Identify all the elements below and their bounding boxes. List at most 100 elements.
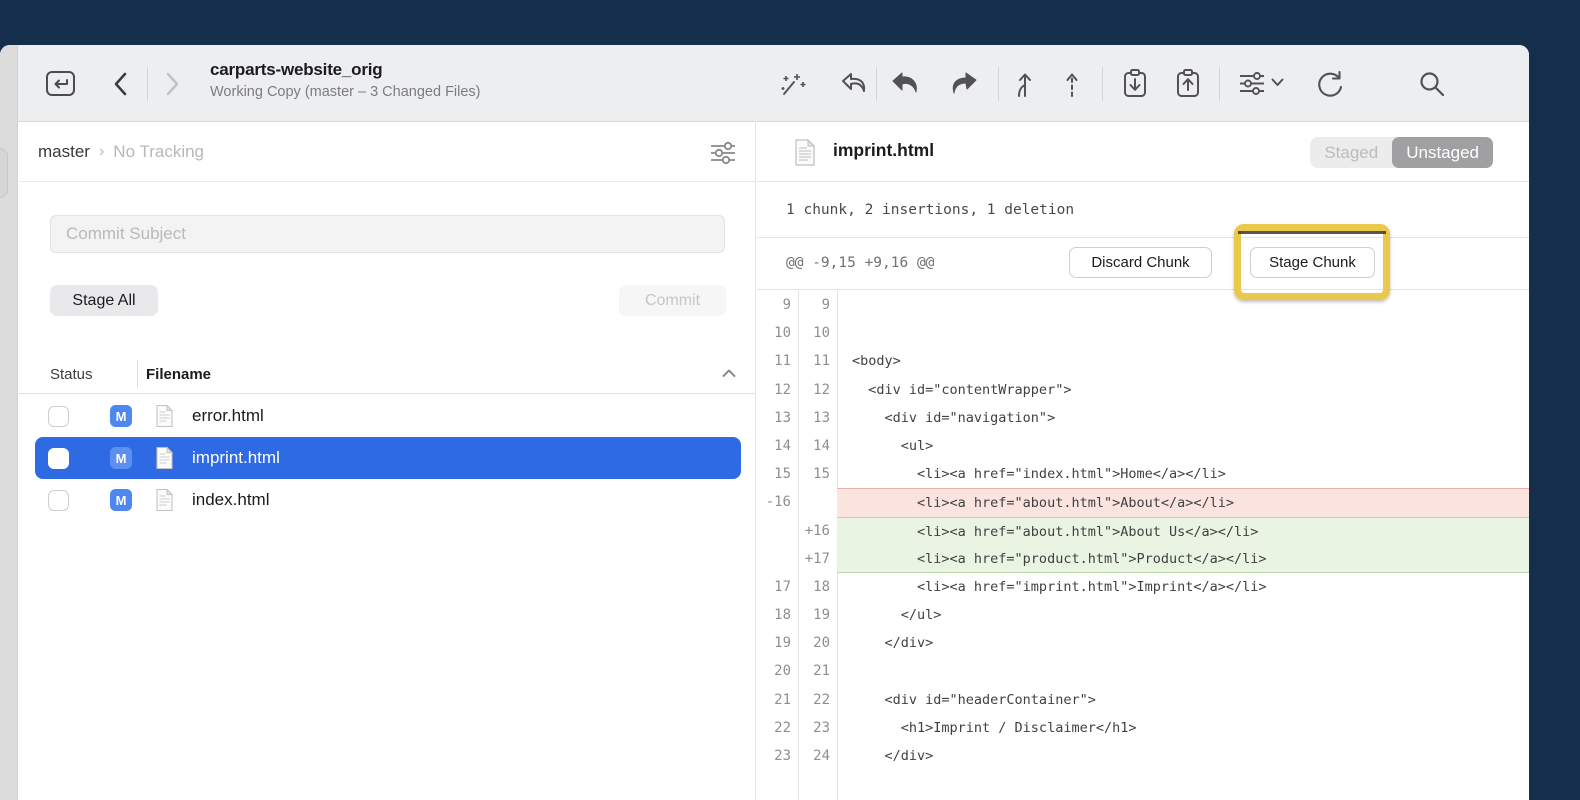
line-content: <div id="contentWrapper">: [837, 376, 1529, 404]
branch-bar: master › No Tracking: [19, 123, 755, 182]
back-icon[interactable]: [109, 69, 133, 99]
old-line-number: 10: [757, 319, 798, 347]
filename-label: imprint.html: [192, 448, 280, 468]
new-line-number: 12: [798, 376, 837, 404]
new-line-number: 10: [798, 319, 837, 347]
forward-icon[interactable]: [160, 69, 184, 99]
stage-checkbox[interactable]: [48, 490, 69, 511]
file-list: Merror.htmlMimprint.htmlMindex.html: [19, 395, 755, 521]
diff-filename: imprint.html: [833, 140, 934, 161]
sidebar-handle[interactable]: [0, 148, 8, 198]
old-line-number: 19: [757, 629, 798, 657]
filename-column-header[interactable]: Filename: [146, 366, 211, 383]
file-table-header: Status Filename: [19, 358, 755, 394]
stash-pop-icon[interactable]: [945, 69, 979, 99]
old-line-number: 14: [757, 432, 798, 460]
old-line-number: 15: [757, 460, 798, 488]
stage-all-button[interactable]: Stage All: [50, 285, 158, 316]
line-content: <li><a href="about.html">About Us</a></l…: [837, 517, 1529, 545]
line-content: <div id="navigation">: [837, 404, 1529, 432]
diff-line[interactable]: 1920 </div>: [757, 629, 1529, 657]
line-content: <li><a href="imprint.html">Imprint</a></…: [837, 573, 1529, 601]
diff-line[interactable]: 1010: [757, 319, 1529, 347]
sort-chevron-up-icon[interactable]: [721, 368, 737, 379]
new-line-number: 23: [798, 714, 837, 742]
magic-wand-icon[interactable]: [777, 68, 809, 100]
chunk-bar: @@ -9,15 +9,16 @@ Discard Chunk Stage Ch…: [757, 239, 1529, 290]
main-toolbar: carparts-website_orig Working Copy (mast…: [0, 45, 1529, 122]
staged-unstaged-segmented-control: Staged Unstaged: [1310, 137, 1493, 168]
diff-line[interactable]: 2021: [757, 657, 1529, 685]
new-line-number: 14: [798, 432, 837, 460]
diff-line[interactable]: 1111<body>: [757, 347, 1529, 375]
toolbar-separator: [1219, 67, 1220, 101]
breadcrumb-chevron-icon: ›: [99, 143, 104, 161]
undo-icon[interactable]: [838, 69, 870, 99]
new-line-number: 21: [798, 657, 837, 685]
filter-options-icon[interactable]: [1236, 68, 1268, 99]
diff-line[interactable]: 1313 <div id="navigation">: [757, 404, 1529, 432]
toolbar-separator: [1102, 67, 1103, 101]
diff-line[interactable]: 2324 </div>: [757, 742, 1529, 770]
line-content: </div>: [837, 742, 1529, 770]
diff-line[interactable]: 1819 </ul>: [757, 601, 1529, 629]
stage-checkbox[interactable]: [48, 448, 69, 469]
search-icon[interactable]: [1416, 68, 1448, 100]
old-line-number: [757, 545, 798, 573]
merge-branch-icon[interactable]: [1011, 68, 1037, 100]
toolbar-separator: [147, 67, 148, 101]
line-content: [837, 657, 1529, 685]
breadcrumb: master › No Tracking: [38, 142, 204, 162]
new-line-number: [798, 488, 837, 516]
diff-line[interactable]: 1414 <ul>: [757, 432, 1529, 460]
new-line-number: 13: [798, 404, 837, 432]
diff-line[interactable]: 2122 <div id="headerContainer">: [757, 686, 1529, 714]
new-line-number: +17: [798, 545, 837, 573]
branch-name[interactable]: master: [38, 142, 90, 162]
stash-apply-icon[interactable]: [890, 69, 922, 99]
file-row-error.html[interactable]: Merror.html: [19, 395, 755, 437]
old-line-number: 20: [757, 657, 798, 685]
refresh-icon[interactable]: [1314, 68, 1346, 100]
line-content: <ul>: [837, 432, 1529, 460]
discard-chunk-button[interactable]: Discard Chunk: [1069, 247, 1212, 278]
staged-segment[interactable]: Staged: [1310, 137, 1392, 168]
filter-settings-icon[interactable]: [705, 137, 741, 169]
old-line-number: 17: [757, 573, 798, 601]
diff-line[interactable]: -16 <li><a href="about.html">About</a></…: [757, 488, 1529, 516]
commit-button[interactable]: Commit: [619, 285, 726, 316]
diff-summary-row: 1 chunk, 2 insertions, 1 deletion: [757, 183, 1529, 238]
diff-line[interactable]: 1212 <div id="contentWrapper">: [757, 376, 1529, 404]
diff-line[interactable]: +16 <li><a href="about.html">About Us</a…: [757, 517, 1529, 545]
old-line-number: 18: [757, 601, 798, 629]
stage-chunk-button[interactable]: Stage Chunk: [1250, 247, 1375, 278]
stage-checkbox[interactable]: [48, 406, 69, 427]
diff-line[interactable]: 1515 <li><a href="index.html">Home</a></…: [757, 460, 1529, 488]
file-row-index.html[interactable]: Mindex.html: [19, 479, 755, 521]
diff-line[interactable]: 1718 <li><a href="imprint.html">Imprint<…: [757, 573, 1529, 601]
file-row-imprint.html[interactable]: Mimprint.html: [19, 437, 755, 479]
new-line-number: 20: [798, 629, 837, 657]
line-content: <div id="headerContainer">: [837, 686, 1529, 714]
status-column-header[interactable]: Status: [50, 366, 93, 383]
line-content: <li><a href="product.html">Product</a></…: [837, 545, 1529, 573]
chevron-down-icon[interactable]: [1270, 77, 1285, 88]
push-icon[interactable]: [1173, 67, 1203, 100]
panel-divider[interactable]: [755, 123, 756, 800]
app-window: carparts-website_orig Working Copy (mast…: [0, 45, 1529, 800]
diff-line[interactable]: 99: [757, 291, 1529, 319]
tracking-status: No Tracking: [113, 142, 204, 162]
old-line-number: 11: [757, 347, 798, 375]
column-divider[interactable]: [137, 360, 138, 388]
rebase-icon[interactable]: [1062, 68, 1082, 100]
pull-icon[interactable]: [1120, 67, 1150, 100]
repository-list-icon[interactable]: [44, 68, 77, 99]
unstaged-segment[interactable]: Unstaged: [1392, 137, 1493, 168]
diff-line[interactable]: +17 <li><a href="product.html">Product</…: [757, 545, 1529, 573]
collapsed-sidebar-strip[interactable]: [0, 45, 18, 800]
diff-line[interactable]: 2223 <h1>Imprint / Disclaimer</h1>: [757, 714, 1529, 742]
diff-summary: 1 chunk, 2 insertions, 1 deletion: [786, 202, 1074, 218]
document-icon: [155, 488, 174, 512]
old-line-number: 13: [757, 404, 798, 432]
commit-subject-input[interactable]: [50, 215, 725, 253]
